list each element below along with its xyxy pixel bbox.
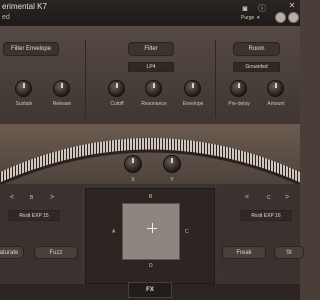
filter-mode-dropdown[interactable]: LP4 bbox=[128, 62, 174, 72]
stereo-button[interactable]: St bbox=[274, 246, 304, 259]
y-knob[interactable] bbox=[163, 155, 181, 173]
info-icon[interactable]: ⓘ bbox=[257, 5, 267, 13]
saturate-button[interactable]: aturate bbox=[0, 246, 24, 259]
xy-left-label: A bbox=[112, 229, 116, 235]
close-icon[interactable]: ✕ bbox=[287, 2, 297, 10]
room-preset-dropdown[interactable]: Grounded bbox=[233, 62, 280, 72]
filter-envelope-button[interactable]: Filter Envelope bbox=[3, 42, 59, 56]
source-b-preset[interactable]: Rvslt EXP 15 bbox=[8, 210, 60, 221]
release-label: Release bbox=[52, 101, 72, 107]
cutoff-label: Cutoff bbox=[110, 101, 124, 107]
cutoff-knob[interactable] bbox=[108, 80, 125, 97]
tune-knob-icon[interactable] bbox=[275, 12, 286, 23]
camera-icon[interactable]: ◙ bbox=[240, 5, 250, 13]
pre-delay-knob[interactable] bbox=[230, 80, 247, 97]
instrument-subtitle: ed bbox=[2, 14, 10, 21]
sustain-label: Sustain bbox=[15, 101, 33, 107]
sustain-knob[interactable] bbox=[15, 80, 32, 97]
xy-crosshair-icon[interactable] bbox=[152, 223, 153, 233]
pan-knob-icon[interactable] bbox=[288, 12, 299, 23]
divider bbox=[85, 40, 86, 118]
fuzz-button[interactable]: Fuzz bbox=[34, 246, 78, 259]
chevron-right-icon[interactable]: > bbox=[50, 194, 54, 201]
x-knob-label: X bbox=[131, 177, 135, 183]
chevron-right-icon[interactable]: > bbox=[285, 194, 289, 201]
divider bbox=[215, 40, 216, 118]
xy-top-label: B bbox=[149, 194, 153, 200]
freak-button[interactable]: Freak bbox=[222, 246, 266, 259]
xy-pad[interactable] bbox=[122, 203, 180, 260]
instrument-title: erimental K7 bbox=[2, 2, 47, 11]
purge-menu[interactable]: Purge bbox=[241, 15, 254, 21]
chevron-left-icon[interactable]: < bbox=[10, 194, 14, 201]
envelope-knob[interactable] bbox=[184, 80, 201, 97]
string-arch-graphic bbox=[0, 138, 300, 186]
x-knob[interactable] bbox=[124, 155, 142, 173]
xy-bottom-label: D bbox=[149, 263, 153, 269]
source-c-label: C bbox=[267, 195, 271, 201]
chevron-down-icon[interactable]: ▾ bbox=[257, 15, 260, 21]
pre-delay-label: Pre-delay bbox=[228, 101, 250, 107]
xy-right-label: C bbox=[185, 229, 189, 235]
fx-tab[interactable]: FX bbox=[128, 282, 172, 298]
y-knob-label: Y bbox=[170, 177, 174, 183]
amount-knob[interactable] bbox=[267, 80, 284, 97]
amount-label: Amount bbox=[267, 101, 285, 107]
resonance-label: Resonance bbox=[141, 101, 167, 107]
source-c-preset[interactable]: Rvslt EXP 16 bbox=[240, 210, 292, 221]
room-button[interactable]: Room bbox=[233, 42, 280, 56]
filter-button[interactable]: Filter bbox=[128, 42, 174, 56]
release-knob[interactable] bbox=[53, 80, 70, 97]
source-b-label: B bbox=[30, 195, 34, 201]
envelope-label: Envelope bbox=[182, 101, 204, 107]
top-panel bbox=[0, 26, 300, 124]
resonance-knob[interactable] bbox=[145, 80, 162, 97]
chevron-left-icon[interactable]: < bbox=[245, 194, 249, 201]
